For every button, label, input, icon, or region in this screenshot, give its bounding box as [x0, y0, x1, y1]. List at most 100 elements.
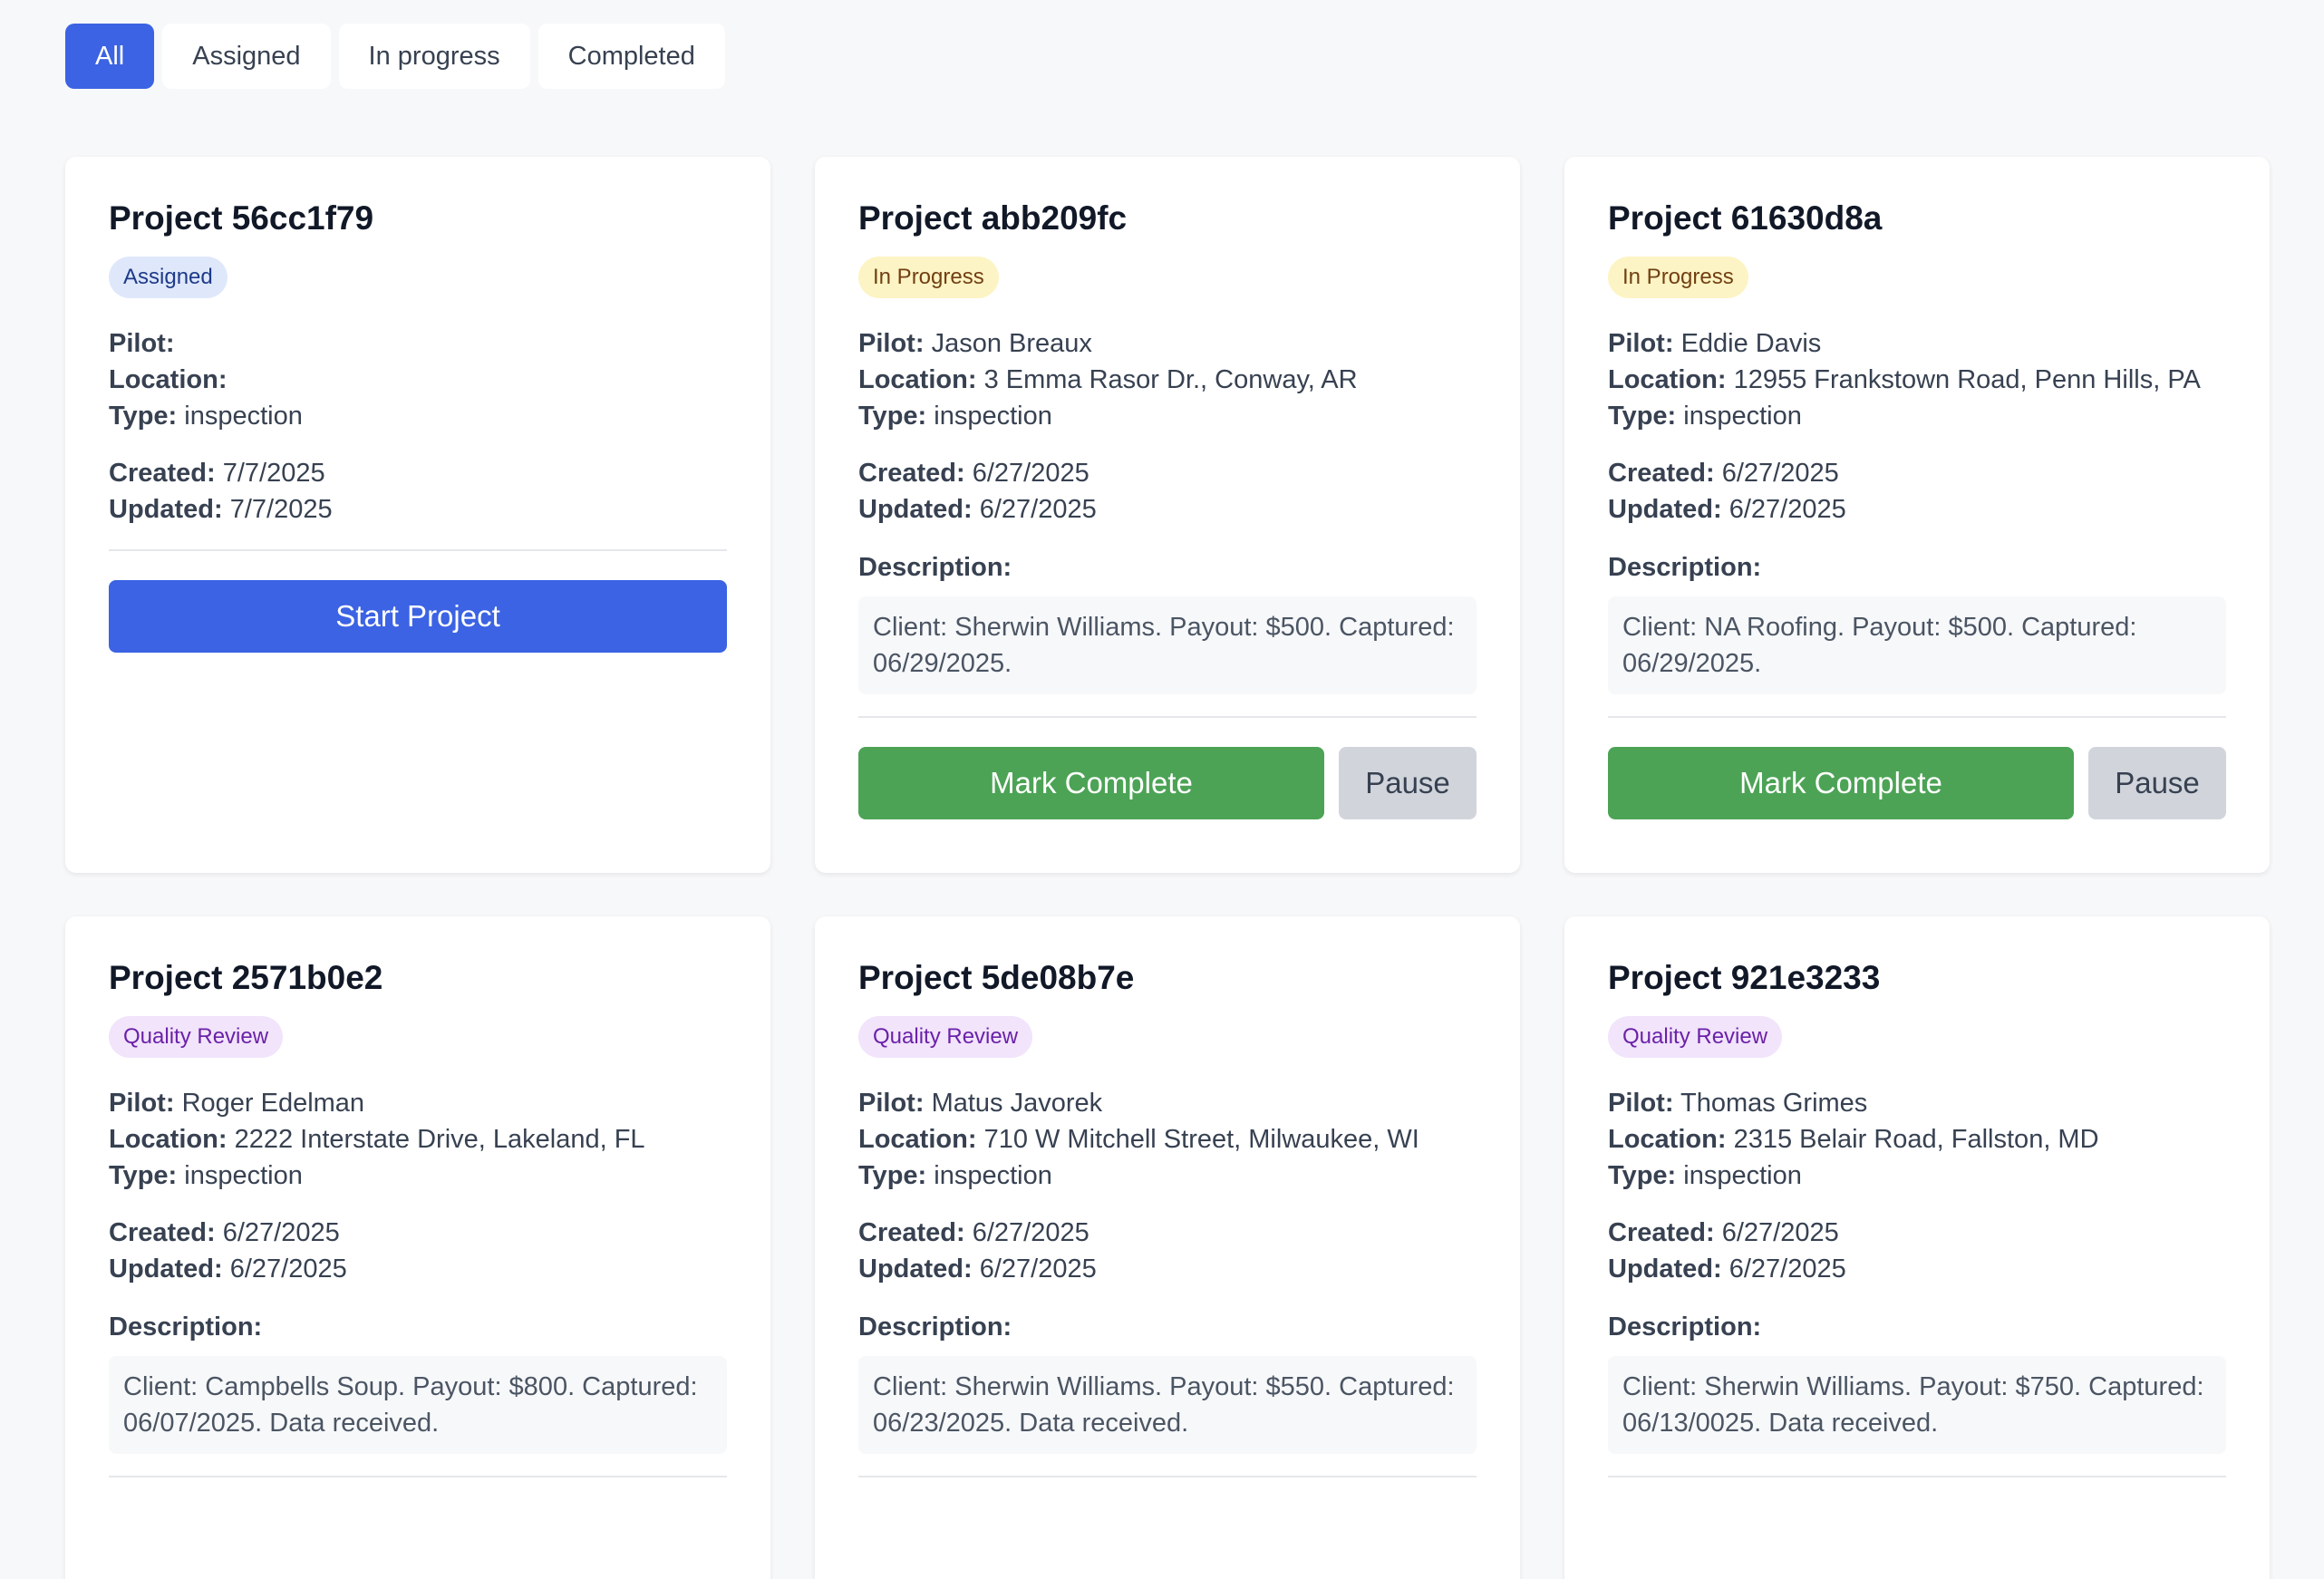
project-card: Project 921e3233 Quality Review Pilot: Tho… [1564, 916, 2270, 1579]
type-label: Type: [858, 1161, 927, 1190]
project-info: Pilot: Location: Type: inspection [109, 325, 727, 434]
type-label: Type: [109, 1161, 178, 1190]
created-row: Created: 6/27/2025 [858, 455, 1477, 491]
updated-row: Updated: 6/27/2025 [1608, 1251, 2226, 1287]
pilot-value: Roger Edelman [181, 1089, 365, 1118]
status-badge: Quality Review [1608, 1016, 1783, 1058]
project-dates: Created: 6/27/2025 Updated: 6/27/2025 [1608, 1215, 2226, 1287]
type-label: Type: [1608, 402, 1677, 431]
created-value: 6/27/2025 [222, 1218, 340, 1247]
project-card: Project 2571b0e2 Quality Review Pilot: Rog… [65, 916, 770, 1579]
description-label: Description: [858, 1313, 1012, 1342]
location-value: 710 W Mitchell Street, Milwaukee, WI [983, 1125, 1419, 1154]
pilot-row: Pilot: [109, 325, 727, 362]
created-row: Created: 6/27/2025 [1608, 1215, 2226, 1251]
created-value: 6/27/2025 [972, 459, 1089, 488]
project-card: Project 5de08b7e Quality Review Pilot: Mat… [815, 916, 1520, 1579]
status-badge: Quality Review [858, 1016, 1033, 1058]
mark-complete-button[interactable]: Mark Complete [858, 747, 1324, 819]
pilot-label: Pilot: [109, 1089, 175, 1118]
filter-tab-in-progress[interactable]: In progress [338, 24, 530, 89]
updated-label: Updated: [858, 1254, 973, 1284]
updated-row: Updated: 7/7/2025 [109, 491, 727, 528]
updated-value: 6/27/2025 [979, 1254, 1097, 1284]
projects-page: All Assigned In progress Completed Project … [0, 0, 2324, 1579]
type-row: Type: inspection [858, 1158, 1477, 1194]
type-value: inspection [934, 1161, 1052, 1190]
project-info: Pilot: Roger Edelman Location: 2222 Inter… [109, 1085, 727, 1194]
created-label: Created: [1608, 1218, 1715, 1247]
description-label: Description: [1608, 553, 1762, 582]
card-actions: Mark Complete Pause [1608, 747, 2226, 819]
project-dates: Created: 6/27/2025 Updated: 6/27/2025 [858, 455, 1477, 528]
type-label: Type: [109, 402, 178, 431]
pilot-row: Pilot: Roger Edelman [109, 1085, 727, 1121]
created-label: Created: [858, 1218, 965, 1247]
project-dates: Created: 6/27/2025 Updated: 6/27/2025 [1608, 455, 2226, 528]
location-value: 2315 Belair Road, Fallston, MD [1733, 1125, 2099, 1154]
type-label: Type: [1608, 1161, 1677, 1190]
location-value: 2222 Interstate Drive, Lakeland, FL [234, 1125, 645, 1154]
type-row: Type: inspection [858, 398, 1477, 434]
card-divider [1608, 716, 2226, 718]
project-dates: Created: 6/27/2025 Updated: 6/27/2025 [109, 1215, 727, 1287]
description-text: Client: Sherwin Williams. Payout: $550. … [858, 1356, 1477, 1454]
description-text: Client: Campbells Soup. Payout: $800. Ca… [109, 1356, 727, 1454]
location-row: Location: 2315 Belair Road, Fallston, MD [1608, 1121, 2226, 1158]
project-title: Project 921e3233 [1608, 959, 1881, 996]
location-row: Location: 2222 Interstate Drive, Lakelan… [109, 1121, 727, 1158]
card-divider [858, 1476, 1477, 1477]
created-label: Created: [109, 1218, 216, 1247]
pilot-label: Pilot: [1608, 329, 1674, 358]
card-divider [109, 1476, 727, 1477]
description-label: Description: [858, 553, 1012, 582]
status-filter-bar: All Assigned In progress Completed [65, 24, 2259, 89]
created-label: Created: [109, 459, 216, 488]
project-grid: Project 56cc1f79 Assigned Pilot: Location:… [65, 157, 2270, 1579]
created-label: Created: [858, 459, 965, 488]
pause-button[interactable]: Pause [1339, 747, 1477, 819]
type-row: Type: inspection [109, 398, 727, 434]
filter-tab-all[interactable]: All [65, 24, 155, 89]
updated-label: Updated: [109, 495, 223, 524]
updated-value: 6/27/2025 [229, 1254, 347, 1284]
mark-complete-button[interactable]: Mark Complete [1608, 747, 2074, 819]
created-row: Created: 6/27/2025 [109, 1215, 727, 1251]
type-value: inspection [1683, 402, 1802, 431]
type-value: inspection [184, 402, 303, 431]
location-label: Location: [1608, 1125, 1727, 1154]
location-row: Location: 3 Emma Rasor Dr., Conway, AR [858, 362, 1477, 398]
pilot-value: Eddie Davis [1680, 329, 1822, 358]
updated-value: 7/7/2025 [229, 495, 333, 524]
description-label: Description: [109, 1313, 263, 1342]
updated-row: Updated: 6/27/2025 [858, 491, 1477, 528]
location-label: Location: [109, 1125, 228, 1154]
project-dates: Created: 6/27/2025 Updated: 6/27/2025 [858, 1215, 1477, 1287]
start-project-button[interactable]: Start Project [109, 580, 727, 653]
location-label: Location: [109, 365, 228, 394]
description-text: Client: NA Roofing. Payout: $500. Captur… [1608, 596, 2226, 694]
card-actions: Start Project [109, 580, 727, 653]
filter-tab-completed[interactable]: Completed [537, 24, 725, 89]
pilot-label: Pilot: [1608, 1089, 1674, 1118]
project-dates: Created: 7/7/2025 Updated: 7/7/2025 [109, 455, 727, 528]
project-card: Project 61630d8a In Progress Pilot: Eddie … [1564, 157, 2270, 873]
description-text: Client: Sherwin Williams. Payout: $500. … [858, 596, 1477, 694]
filter-tab-assigned[interactable]: Assigned [162, 24, 331, 89]
status-badge: In Progress [858, 257, 999, 298]
card-divider [109, 549, 727, 551]
created-value: 6/27/2025 [1721, 1218, 1839, 1247]
project-title: Project 61630d8a [1608, 199, 1883, 237]
location-row: Location: 12955 Frankstown Road, Penn Hi… [1608, 362, 2226, 398]
pilot-row: Pilot: Thomas Grimes [1608, 1085, 2226, 1121]
created-row: Created: 6/27/2025 [858, 1215, 1477, 1251]
project-info: Pilot: Jason Breaux Location: 3 Emma Raso… [858, 325, 1477, 434]
project-title: Project 5de08b7e [858, 959, 1135, 996]
updated-value: 6/27/2025 [979, 495, 1097, 524]
type-row: Type: inspection [1608, 398, 2226, 434]
location-label: Location: [858, 365, 977, 394]
pause-button[interactable]: Pause [2088, 747, 2226, 819]
project-title: Project 56cc1f79 [109, 199, 374, 237]
location-value: 3 Emma Rasor Dr., Conway, AR [983, 365, 1358, 394]
project-card: Project abb209fc In Progress Pilot: Jason … [815, 157, 1520, 873]
